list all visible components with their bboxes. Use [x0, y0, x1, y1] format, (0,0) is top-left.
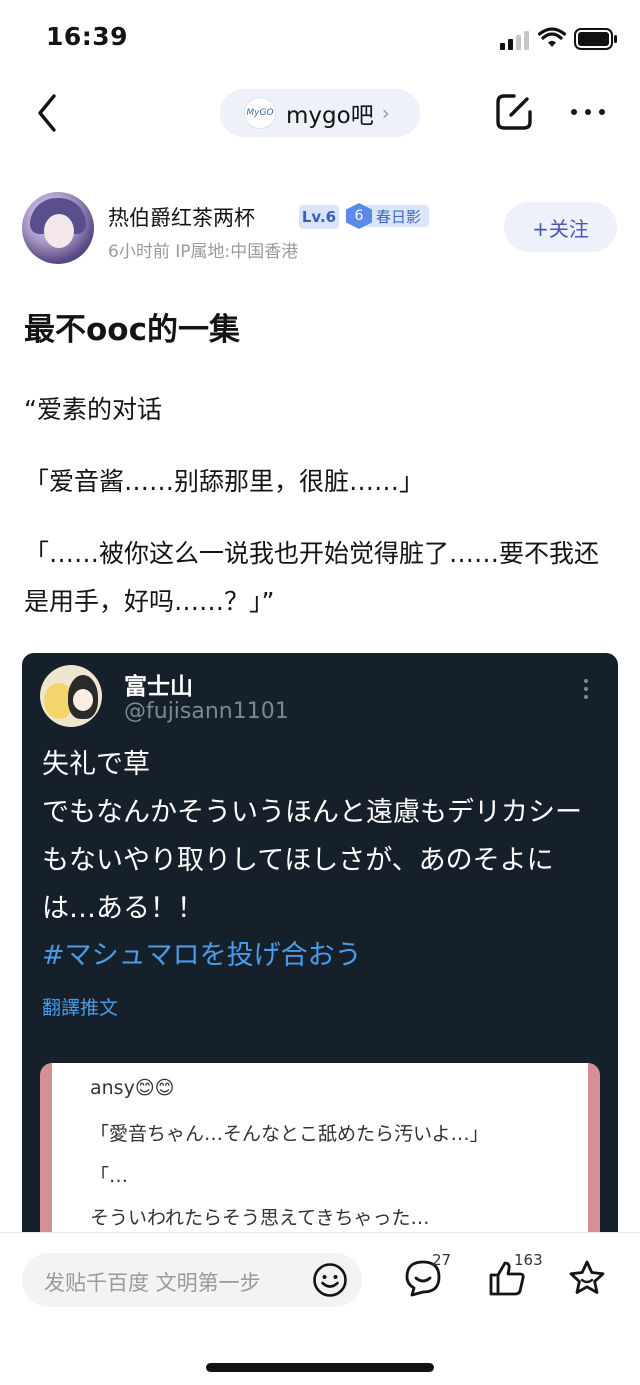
- bottom-action-bar: 发贴千百度 文明第一步 27 163: [0, 1232, 640, 1385]
- status-time: 16:39: [46, 22, 129, 51]
- more-icon[interactable]: [568, 92, 608, 132]
- star-icon: [569, 1260, 605, 1294]
- emoji-icon[interactable]: [312, 1262, 348, 1298]
- tweet-line: でもなんかそういうほんと遠慮もデリカシーもないやり取りしてほしさが、あのそよには…: [42, 797, 582, 924]
- post-paragraph: “爱素的对话: [24, 395, 162, 424]
- favorite-button[interactable]: [568, 1259, 606, 1301]
- top-nav: MyGO mygo吧 ›: [0, 80, 640, 146]
- cellular-signal-icon: [500, 31, 529, 50]
- comment-button[interactable]: 27: [404, 1251, 451, 1301]
- quoted-line: そういわれたらそう思えてきちゃった…: [90, 1207, 430, 1229]
- like-button[interactable]: 163: [488, 1251, 543, 1301]
- post-paragraph: 「……被你这么一说我也开始觉得脏了……要不我还是用手，好吗……？」”: [24, 539, 600, 616]
- like-count: 163: [514, 1251, 543, 1269]
- tweet-avatar: [40, 665, 102, 727]
- back-arrow-icon[interactable]: [30, 92, 64, 134]
- quoted-line: 「愛音ちゃん…そんなとこ舐めたら汚いよ…」: [90, 1123, 489, 1145]
- fan-badge: 6 春日影: [346, 203, 430, 229]
- battery-icon: [574, 28, 617, 50]
- tweet-author-name: 富士山: [124, 674, 193, 700]
- author-name[interactable]: 热伯爵红茶两杯: [108, 202, 255, 232]
- reply-placeholder: 发贴千百度 文明第一步: [44, 1271, 261, 1295]
- chevron-right-icon: ›: [381, 101, 390, 125]
- wifi-icon: [538, 27, 566, 47]
- home-indicator: [206, 1363, 434, 1372]
- post-paragraph: 「爱音酱……别舔那里，很脏……」: [24, 467, 425, 496]
- post-title: 最不ooc的一集: [24, 312, 240, 348]
- quoted-line: 「…: [90, 1165, 129, 1187]
- reply-input[interactable]: 发贴千百度 文明第一步: [22, 1253, 362, 1307]
- forum-entry-button[interactable]: MyGO mygo吧 ›: [220, 89, 420, 137]
- edit-icon[interactable]: [494, 92, 534, 132]
- post-image[interactable]: 富士山 @fujisann1101 失礼で草 でもなんかそういうほんと遠慮もデリ…: [22, 653, 618, 1253]
- quoted-card: ansy😊😊 「愛音ちゃん…そんなとこ舐めたら汚いよ…」 「… そういわれたらそ…: [40, 1063, 600, 1253]
- tweet-hashtag: #マシュマロを投げ合おう: [42, 940, 362, 971]
- follow-button[interactable]: +关注: [504, 202, 617, 252]
- tweet-handle: @fujisann1101: [124, 699, 289, 724]
- comment-count: 27: [432, 1251, 452, 1269]
- level-badge: Lv.6: [299, 205, 339, 229]
- author-row: 热伯爵红茶两杯 Lv.6 6 春日影 6小时前 IP属地:中国香港 +关注: [22, 190, 622, 266]
- tweet-text: 失礼で草 でもなんかそういうほんと遠慮もデリカシーもないやり取りしてほしさが、あ…: [42, 741, 602, 933]
- status-bar: 16:39: [0, 0, 640, 78]
- forum-name: mygo吧: [286, 103, 374, 129]
- tweet-line: 失礼で草: [42, 749, 150, 780]
- post-meta: 6小时前 IP属地:中国香港: [108, 242, 299, 262]
- avatar[interactable]: [22, 192, 94, 264]
- forum-logo: MyGO: [244, 97, 276, 129]
- quoted-name: ansy😊😊: [90, 1077, 175, 1099]
- translate-tweet-link: 翻譯推文: [42, 997, 119, 1019]
- fan-badge-text: 春日影: [366, 205, 430, 227]
- vertical-more-icon: [582, 679, 590, 703]
